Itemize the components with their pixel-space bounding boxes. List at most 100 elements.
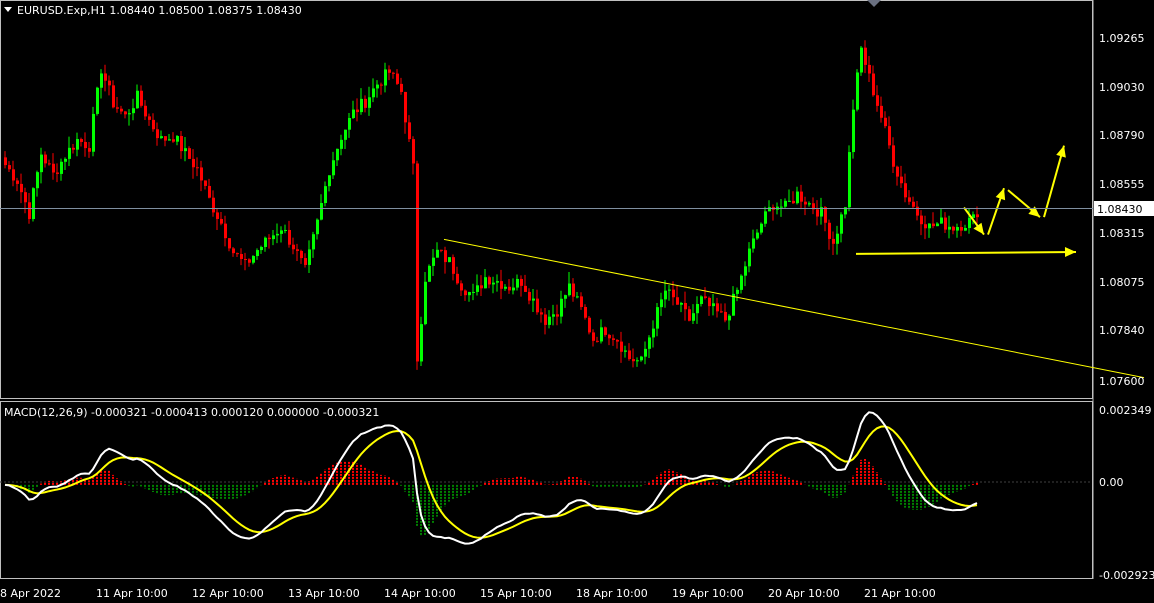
candle-body (544, 314, 547, 325)
candle-body (76, 139, 79, 150)
candle-body (296, 249, 299, 251)
candle-body (240, 254, 243, 259)
macd-pane-frame (0, 401, 1093, 579)
candle-body (44, 154, 47, 164)
candle-body (112, 85, 115, 108)
time-tick: 11 Apr 10:00 (96, 587, 168, 600)
candle-body (156, 129, 159, 139)
candle-body (668, 289, 671, 291)
candle-body (396, 73, 399, 84)
candle-body (636, 360, 639, 362)
candle-body (956, 227, 959, 231)
macd-axis-tick: 0.00 (1099, 476, 1124, 489)
arrow-head-icon[interactable] (973, 222, 984, 235)
macd-indicator: MACD(12,26,9) -0.000321 -0.000413 0.0001… (0, 404, 1154, 582)
candle-body (780, 206, 783, 208)
candle-body (344, 129, 347, 140)
candle-body (828, 222, 831, 239)
candle-body (392, 72, 395, 74)
candle-body (884, 117, 887, 127)
candle-body (200, 167, 203, 181)
macd-axis-tick: 0.002349 (1099, 404, 1152, 417)
candle-body (576, 296, 579, 298)
candle-body (528, 291, 531, 301)
candle-body (144, 105, 147, 117)
candle-body (900, 176, 903, 184)
candle-body (460, 283, 463, 291)
candle-body (180, 136, 183, 152)
candle-body (256, 250, 259, 257)
candle-body (584, 307, 587, 318)
macd-main-line (4, 411, 978, 545)
candle-body (332, 160, 335, 176)
candle-body (340, 139, 343, 149)
candle-body (964, 228, 967, 231)
candle-body (640, 356, 643, 361)
candle-body (124, 111, 127, 115)
candle-body (268, 237, 271, 240)
candle-body (264, 237, 267, 247)
candle-body (940, 217, 943, 224)
candle-body (288, 229, 291, 245)
candle-body (720, 311, 723, 313)
candle-body (464, 290, 467, 296)
chart-header: EURUSD.Exp,H1 1.08440 1.08500 1.08375 1.… (4, 4, 302, 17)
time-tick: 14 Apr 10:00 (384, 587, 456, 600)
candle-body (220, 218, 223, 224)
candle-body (952, 226, 955, 231)
candle-body (40, 154, 43, 173)
scroll-marker-icon[interactable] (867, 0, 881, 7)
drawing-objects[interactable] (443, 145, 1145, 379)
trendline[interactable] (443, 238, 1145, 379)
candle-body (356, 109, 359, 113)
candle-body (456, 273, 459, 284)
candle-body (424, 281, 427, 325)
candle-body (912, 201, 915, 207)
candle-body (444, 250, 447, 263)
candle-body (808, 203, 811, 205)
candle-body (484, 277, 487, 289)
candle-body (284, 229, 287, 231)
candle-body (692, 313, 695, 321)
candle-body (728, 315, 731, 321)
candle-body (712, 303, 715, 307)
candle-body (716, 303, 719, 312)
candle-body (944, 217, 947, 230)
candle-body (188, 148, 191, 159)
candle-body (388, 69, 391, 73)
candle-body (232, 248, 235, 254)
symbol-info: EURUSD.Exp,H1 1.08440 1.08500 1.08375 1.… (17, 4, 302, 17)
candle-body (676, 297, 679, 305)
candle-body (360, 98, 363, 113)
candle-body (4, 157, 7, 166)
candle-body (876, 95, 879, 106)
candle-body (48, 163, 51, 165)
arrow-head-icon[interactable] (995, 188, 1006, 201)
candle-body (316, 219, 319, 235)
arrow-line[interactable] (1043, 145, 1065, 218)
candle-body (440, 249, 443, 251)
triangle-down-icon[interactable] (4, 7, 12, 12)
candle-body (936, 223, 939, 227)
candle-body (348, 118, 351, 130)
candle-body (880, 105, 883, 118)
candle-body (372, 88, 375, 98)
price-tick: 1.08790 (1099, 129, 1145, 142)
candle-body (28, 202, 31, 220)
candle-body (616, 339, 619, 342)
candle-body (228, 238, 231, 249)
candle-body (120, 108, 123, 112)
price-axis: 1.09265 1.09030 1.08790 1.08555 1.08315 … (1094, 32, 1154, 388)
candle-body (12, 169, 15, 181)
trading-chart[interactable]: EURUSD.Exp,H1 1.08440 1.08500 1.08375 1.… (0, 0, 1154, 603)
candle-body (428, 265, 431, 282)
arrow-line[interactable] (855, 250, 1077, 255)
price-tick: 1.09265 (1099, 32, 1145, 45)
candle-body (472, 291, 475, 293)
arrow-head-icon[interactable] (1064, 247, 1076, 258)
time-tick: 15 Apr 10:00 (480, 587, 552, 600)
candle-body (652, 328, 655, 338)
time-tick: 19 Apr 10:00 (672, 587, 744, 600)
macd-axis-tick: -0.002923 (1099, 569, 1154, 582)
candle-body (768, 207, 771, 212)
